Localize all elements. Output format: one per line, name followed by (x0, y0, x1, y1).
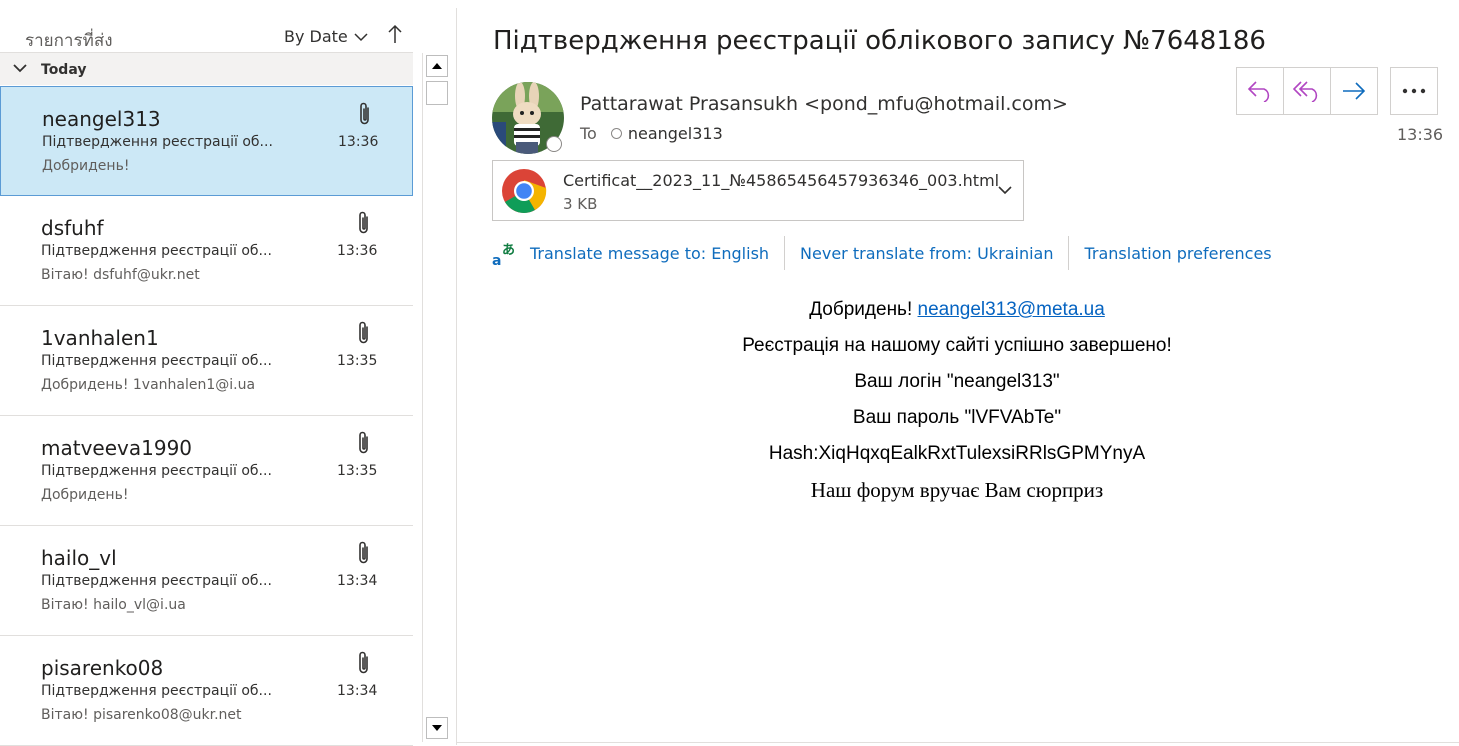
separator (1068, 236, 1070, 270)
message-actions (1236, 67, 1438, 115)
message-item[interactable]: hailo_vl Підтвердження реєстрації об... … (0, 526, 413, 636)
message-preview: Вітаю! hailo_vl@i.ua (41, 597, 186, 613)
translation-preferences-link[interactable]: Translation preferences (1084, 244, 1271, 263)
body-line: Ваш логін "neangel313" (854, 371, 1060, 392)
message-time: 13:34 (337, 683, 378, 699)
chevron-down-icon[interactable] (998, 185, 1012, 195)
message-list-pane: รายการที่ส่ง By Date Today neangel313 Пі… (0, 0, 456, 746)
message-item[interactable]: neangel313 Підтвердження реєстрації об..… (0, 86, 413, 196)
sender-address[interactable]: Pattarawat Prasansukh <pond_mfu@hotmail.… (580, 93, 1068, 115)
message-preview: Добридень! 1vanhalen1@i.ua (41, 377, 256, 393)
message-preview: Вітаю! dsfuhf@ukr.net (41, 267, 200, 283)
message-item[interactable]: matveeva1990 Підтвердження реєстрації об… (0, 416, 413, 526)
message-subject: Підтвердження реєстрації об... (41, 353, 272, 369)
sort-direction-button[interactable] (388, 24, 402, 49)
paperclip-icon (359, 651, 368, 674)
list-header: รายการที่ส่ง By Date (0, 18, 413, 52)
bottom-divider (457, 742, 1459, 743)
email-subject: Підтвердження реєстрації облікового запи… (493, 26, 1266, 56)
message-time: 13:34 (337, 573, 378, 589)
body-line: Наш форум вручає Вам сюрприз (810, 478, 1104, 502)
message-item[interactable]: dsfuhf Підтвердження реєстрації об... Ві… (0, 196, 413, 306)
sort-label: By Date (284, 27, 348, 46)
reply-button[interactable] (1236, 67, 1284, 115)
triangle-up-icon (432, 63, 442, 69)
scroll-up-button[interactable] (426, 55, 448, 77)
scrollbar[interactable] (422, 53, 450, 742)
message-subject: Підтвердження реєстрації об... (41, 463, 272, 479)
group-label: Today (41, 62, 87, 78)
message-time: 13:36 (338, 134, 379, 150)
chevron-down-icon (13, 64, 27, 73)
message-subject: Підтвердження реєстрації об... (41, 683, 272, 699)
message-preview: Добридень! (41, 487, 129, 503)
scroll-down-button[interactable] (426, 717, 448, 739)
greeting-text: Добридень! (809, 299, 913, 320)
body-line: Реєстрація на нашому сайті успішно завер… (742, 335, 1172, 356)
greeting-line: Добридень! neangel313@meta.ua (457, 297, 1457, 333)
message-subject: Підтвердження реєстрації об... (41, 243, 272, 259)
scrollbar-thumb[interactable] (426, 81, 448, 105)
message-item[interactable]: pisarenko08 Підтвердження реєстрації об.… (0, 636, 413, 746)
attachment-card[interactable]: Certificat__2023_11_№458654564579363​46_… (492, 160, 1024, 221)
svg-text:あ: あ (502, 243, 515, 258)
paperclip-icon (359, 321, 368, 344)
more-actions-button[interactable] (1390, 67, 1438, 115)
message-sender: neangel313 (42, 107, 161, 131)
sort-by-button[interactable]: By Date (284, 27, 368, 46)
translate-icon: a あ (492, 240, 518, 266)
message-item[interactable]: 1vanhalen1 Підтвердження реєстрації об..… (0, 306, 413, 416)
message-subject: Підтвердження реєстрації об... (42, 134, 273, 150)
message-sender: dsfuhf (41, 216, 104, 240)
message-time: 13:35 (337, 463, 378, 479)
chevron-down-icon (354, 32, 368, 41)
group-header-today[interactable]: Today (0, 53, 413, 85)
presence-status-icon (546, 136, 562, 152)
email-time: 13:36 (1397, 125, 1444, 144)
translate-message-link[interactable]: Translate message to: English (530, 244, 769, 263)
message-time: 13:36 (337, 243, 378, 259)
reply-all-button[interactable] (1283, 67, 1331, 115)
message-time: 13:35 (337, 353, 378, 369)
email-body: Добридень! neangel313@meta.ua Реєстрація… (457, 297, 1457, 513)
attachment-name: Certificat__2023_11_№458654564579363​46_… (563, 171, 1000, 190)
message-preview: Добридень! (42, 158, 130, 174)
chrome-icon (502, 169, 547, 213)
translation-bar: a あ Translate message to: English Never … (492, 236, 1272, 270)
separator (784, 236, 786, 270)
folder-name: รายการที่ส่ง (25, 31, 113, 51)
message-sender: pisarenko08 (41, 656, 164, 680)
never-translate-link[interactable]: Never translate from: Ukrainian (800, 244, 1053, 263)
forward-button[interactable] (1330, 67, 1378, 115)
triangle-down-icon (432, 725, 442, 731)
svg-text:a: a (492, 253, 501, 266)
reply-all-icon (1293, 81, 1318, 102)
up-arrow-icon (388, 24, 402, 43)
more-dots-icon (1402, 88, 1426, 94)
recipient-row: To neangel313 (580, 124, 723, 143)
forward-arrow-icon (1343, 82, 1366, 100)
message-sender: hailo_vl (41, 546, 117, 570)
message-sender: 1vanhalen1 (41, 326, 159, 350)
message-preview: Вітаю! pisarenko08@ukr.net (41, 707, 242, 723)
message-sender: matveeva1990 (41, 436, 193, 460)
paperclip-icon (359, 541, 368, 564)
message-subject: Підтвердження реєстрації об... (41, 573, 272, 589)
reply-icon (1247, 81, 1270, 102)
paperclip-icon (359, 431, 368, 454)
body-line: Ваш пароль "lVFVAbTe" (852, 407, 1062, 428)
email-link[interactable]: neangel313@meta.ua (918, 299, 1105, 320)
paperclip-icon (360, 102, 369, 125)
body-line: Hash:XiqHqxqEalkRxtTulexsiRRlsGPMYnyA (768, 443, 1146, 464)
attachment-size: 3 KB (563, 195, 598, 213)
recipient-name[interactable]: neangel313 (628, 124, 723, 143)
paperclip-icon (359, 211, 368, 234)
to-label: To (580, 124, 597, 143)
presence-circle-icon (610, 128, 622, 139)
